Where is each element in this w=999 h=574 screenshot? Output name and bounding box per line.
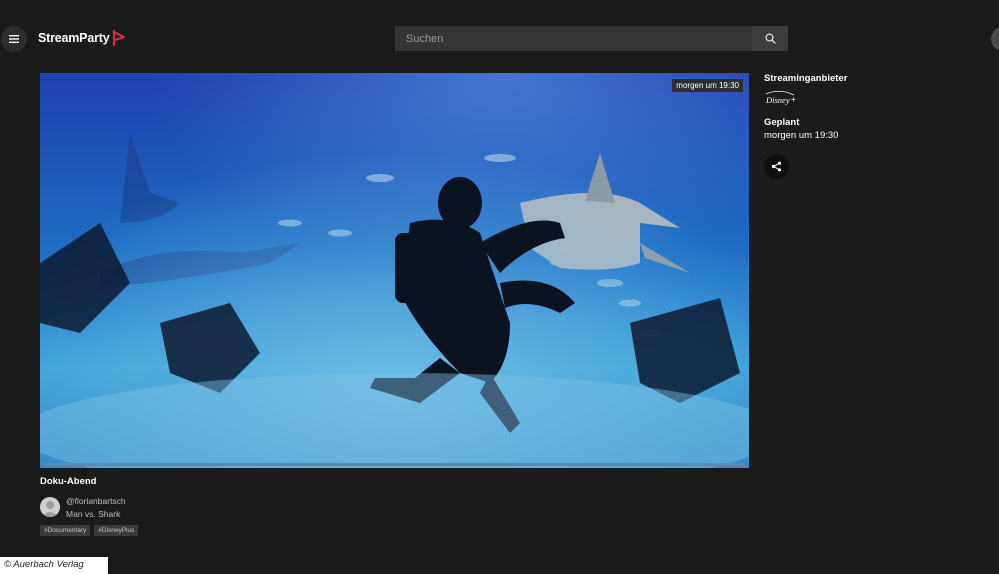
disney-plus-logo: Disney + <box>764 89 964 107</box>
video-subtitle: Man vs. Shark <box>66 508 121 519</box>
search-bar <box>395 26 788 51</box>
author-block[interactable]: @florianbartsch Man vs. Shark <box>40 495 126 520</box>
details-sidebar: Streaminganbieter Disney + Geplant morge… <box>764 73 964 179</box>
event-title: Doku-Abend <box>40 476 97 487</box>
scheduled-label: Geplant <box>764 117 800 128</box>
menu-button[interactable] <box>1 26 27 52</box>
search-input[interactable] <box>395 26 752 51</box>
user-avatar[interactable] <box>991 27 999 51</box>
share-button[interactable] <box>764 154 789 179</box>
hamburger-icon <box>9 35 19 43</box>
svg-text:+: + <box>791 95 796 104</box>
brand-logo[interactable]: StreamParty <box>38 30 126 46</box>
tag-documentary[interactable]: #Documentary <box>40 525 91 536</box>
tag-disneyplus[interactable]: #DisneyPlus <box>94 525 139 536</box>
search-button[interactable] <box>752 26 788 51</box>
video-frame <box>40 73 749 468</box>
provider-label: Streaminganbieter <box>764 73 848 84</box>
progress-bar[interactable] <box>44 463 745 466</box>
copyright-watermark: © Auerbach Verlag <box>0 557 108 574</box>
scheduled-value: morgen um 19:30 <box>764 130 839 141</box>
brand-name: StreamParty <box>38 31 110 45</box>
tag-list: #Documentary #DisneyPlus <box>40 525 139 536</box>
progress-fill <box>44 463 745 466</box>
author-avatar[interactable] <box>40 497 60 517</box>
svg-text:Disney: Disney <box>765 95 790 105</box>
play-flag-icon <box>113 30 126 46</box>
author-handle[interactable]: @florianbartsch <box>66 495 126 508</box>
video-player[interactable]: morgen um 19:30 <box>40 73 749 468</box>
time-badge: morgen um 19:30 <box>672 79 743 92</box>
search-icon <box>764 33 776 44</box>
share-icon <box>771 161 782 172</box>
